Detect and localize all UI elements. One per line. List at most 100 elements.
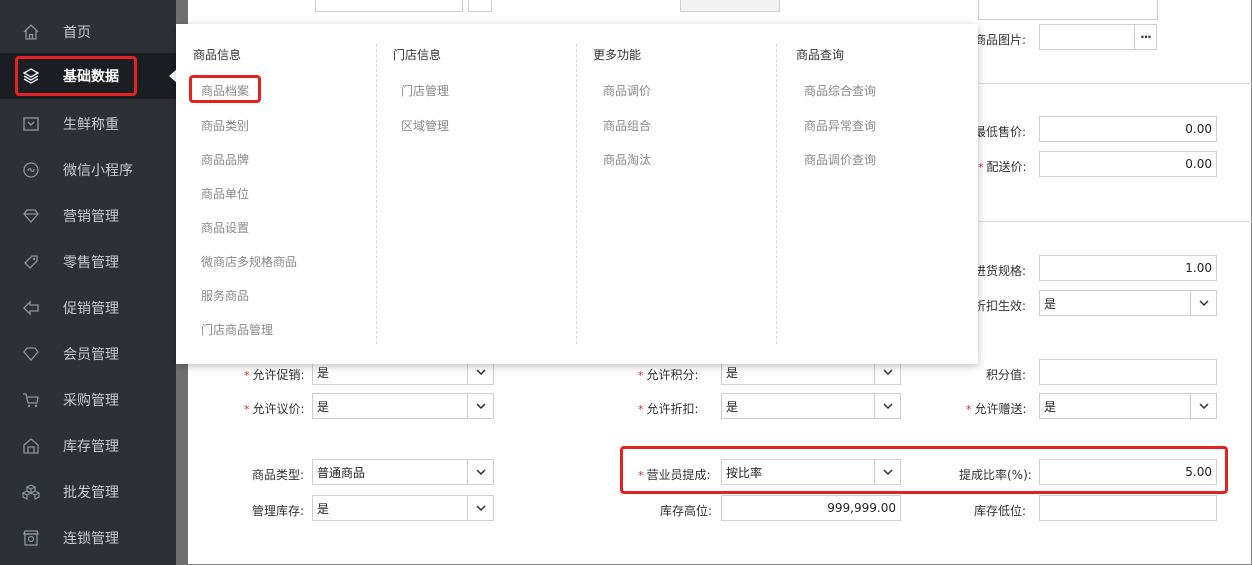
sidebar-item-label: 零售管理 [63, 255, 119, 271]
discount-effective-select[interactable]: 是 [1039, 290, 1217, 316]
chevron-down-icon[interactable] [1190, 394, 1216, 418]
allow-discount-label: * 允许折扣: [638, 402, 699, 416]
diamond-icon [22, 207, 40, 225]
app-root: 首页 基础数据 生鲜称重 微信小程序 营销管理 零售管理 促销管理 会员管理 采… [0, 0, 1252, 565]
menu-item[interactable]: 门店商品管理 [201, 321, 273, 338]
allow-discount-select[interactable]: 是 [721, 393, 901, 419]
menu-item[interactable]: 商品组合 [603, 117, 651, 134]
sidebar-item-fresh-weighing[interactable]: 生鲜称重 [0, 101, 176, 147]
menu-column-product-info: 商品信息 商品档案 商品类别 商品品牌 商品单位 商品设置 微商店多规格商品 服… [176, 24, 376, 364]
basic-data-mega-menu: 商品信息 商品档案 商品类别 商品品牌 商品单位 商品设置 微商店多规格商品 服… [176, 24, 978, 364]
menu-item[interactable]: 商品单位 [201, 185, 249, 202]
stock-low-input[interactable] [1039, 495, 1217, 521]
product-image-label: 商品图片: [974, 33, 1027, 47]
sidebar-item-inventory[interactable]: 库存管理 [0, 423, 176, 469]
warehouse-icon [22, 437, 40, 455]
delivery-price-input[interactable]: 0.00 [1039, 151, 1217, 177]
top-clipped-image-box [978, 0, 1158, 20]
sidebar-item-member[interactable]: 会员管理 [0, 331, 176, 377]
commission-rate-input[interactable]: 5.00 [1039, 459, 1217, 485]
menu-item[interactable]: 微商店多规格商品 [201, 253, 297, 270]
menu-column-title: 更多功能 [593, 48, 642, 62]
sidebar: 首页 基础数据 生鲜称重 微信小程序 营销管理 零售管理 促销管理 会员管理 采… [0, 0, 177, 565]
chevron-down-icon[interactable] [1190, 291, 1216, 315]
layers-icon [22, 67, 40, 85]
sidebar-item-wechat-miniprogram[interactable]: 微信小程序 [0, 147, 176, 193]
menu-item-product-archive[interactable]: 商品档案 [201, 82, 249, 99]
stock-high-label: 库存高位: [660, 504, 713, 518]
allow-promotion-label: * 允许促销: [244, 368, 305, 382]
cart-icon [22, 391, 40, 409]
menu-column-store-info: 门店信息 门店管理 区域管理 [376, 24, 576, 364]
sidebar-item-wholesale[interactable]: 批发管理 [0, 469, 176, 515]
menu-item[interactable]: 商品设置 [201, 219, 249, 236]
menu-item[interactable]: 商品综合查询 [804, 82, 876, 99]
manage-stock-select[interactable]: 是 [312, 495, 494, 521]
chevron-down-icon[interactable] [874, 394, 900, 418]
menu-item[interactable]: 门店管理 [401, 82, 449, 99]
select-value: 是 [317, 501, 330, 516]
product-type-select[interactable]: 普通商品 [312, 459, 494, 485]
menu-item[interactable]: 商品调价查询 [804, 151, 876, 168]
menu-item[interactable]: 商品淘汰 [603, 151, 651, 168]
chevron-down-icon[interactable] [467, 460, 493, 484]
allow-gift-select[interactable]: 是 [1039, 393, 1217, 419]
sidebar-item-label: 库存管理 [63, 439, 119, 455]
sidebar-item-promotion[interactable]: 促销管理 [0, 285, 176, 331]
menu-column-more-functions: 更多功能 商品调价 商品组合 商品淘汰 [576, 24, 776, 364]
sidebar-item-basic-data[interactable]: 基础数据 [0, 53, 177, 99]
stock-high-input[interactable]: 999,999.00 [721, 495, 901, 521]
sidebar-item-label: 基础数据 [63, 69, 119, 85]
product-image-field[interactable]: ··· [1039, 24, 1157, 50]
select-value: 按比率 [726, 465, 763, 480]
menu-column-title: 商品信息 [193, 48, 242, 62]
top-clipped-button[interactable] [468, 0, 492, 12]
sidebar-item-label: 营销管理 [63, 209, 119, 225]
select-value: 是 [1044, 296, 1057, 311]
commission-rate-label: 提成比率(%): [959, 468, 1032, 482]
points-value-input[interactable] [1039, 359, 1217, 385]
sidebar-item-home[interactable]: 首页 [0, 9, 176, 55]
points-value-label: 积分值: [986, 368, 1027, 382]
purchase-spec-label: 进货规格: [974, 264, 1027, 278]
top-clipped-input[interactable] [315, 0, 463, 12]
select-value: 是 [726, 365, 739, 380]
stock-low-label: 库存低位: [974, 504, 1027, 518]
purchase-spec-input[interactable]: 1.00 [1039, 255, 1217, 281]
browse-button[interactable]: ··· [1134, 25, 1156, 49]
sidebar-item-label: 微信小程序 [63, 163, 133, 179]
sidebar-item-retail[interactable]: 零售管理 [0, 239, 176, 285]
chain-store-icon [22, 529, 40, 547]
menu-item[interactable]: 区域管理 [401, 117, 449, 134]
top-clipped-button-2[interactable] [680, 0, 780, 12]
manage-stock-label: 管理库存: [252, 504, 305, 518]
sales-commission-select[interactable]: 按比率 [721, 459, 901, 485]
member-diamond-icon [22, 345, 40, 363]
select-value: 是 [1044, 399, 1057, 414]
sales-commission-label: * 营业员提成: [638, 468, 711, 482]
delivery-price-label: * 配送价: [978, 160, 1027, 174]
menu-item[interactable]: 商品调价 [603, 82, 651, 99]
chevron-down-icon[interactable] [467, 496, 493, 520]
chevron-down-icon[interactable] [467, 394, 493, 418]
sidebar-item-marketing[interactable]: 营销管理 [0, 193, 176, 239]
sidebar-item-purchase[interactable]: 采购管理 [0, 377, 176, 423]
wechat-miniprogram-icon [22, 161, 40, 179]
sidebar-item-label: 采购管理 [63, 393, 119, 409]
sidebar-item-chain[interactable]: 连锁管理 [0, 515, 176, 561]
select-value: 是 [726, 399, 739, 414]
product-type-label: 商品类型: [252, 468, 305, 482]
select-value: 是 [317, 365, 330, 380]
home-icon [22, 23, 40, 41]
menu-item[interactable]: 商品类别 [201, 117, 249, 134]
menu-item[interactable]: 商品异常查询 [804, 117, 876, 134]
menu-item[interactable]: 服务商品 [201, 287, 249, 304]
menu-column-title: 门店信息 [393, 48, 442, 62]
allow-negotiation-select[interactable]: 是 [312, 393, 494, 419]
promotion-icon [22, 299, 40, 317]
select-value: 是 [317, 399, 330, 414]
tag-icon [22, 253, 40, 271]
menu-item[interactable]: 商品品牌 [201, 151, 249, 168]
min-price-input[interactable]: 0.00 [1039, 116, 1217, 142]
chevron-down-icon[interactable] [874, 460, 900, 484]
